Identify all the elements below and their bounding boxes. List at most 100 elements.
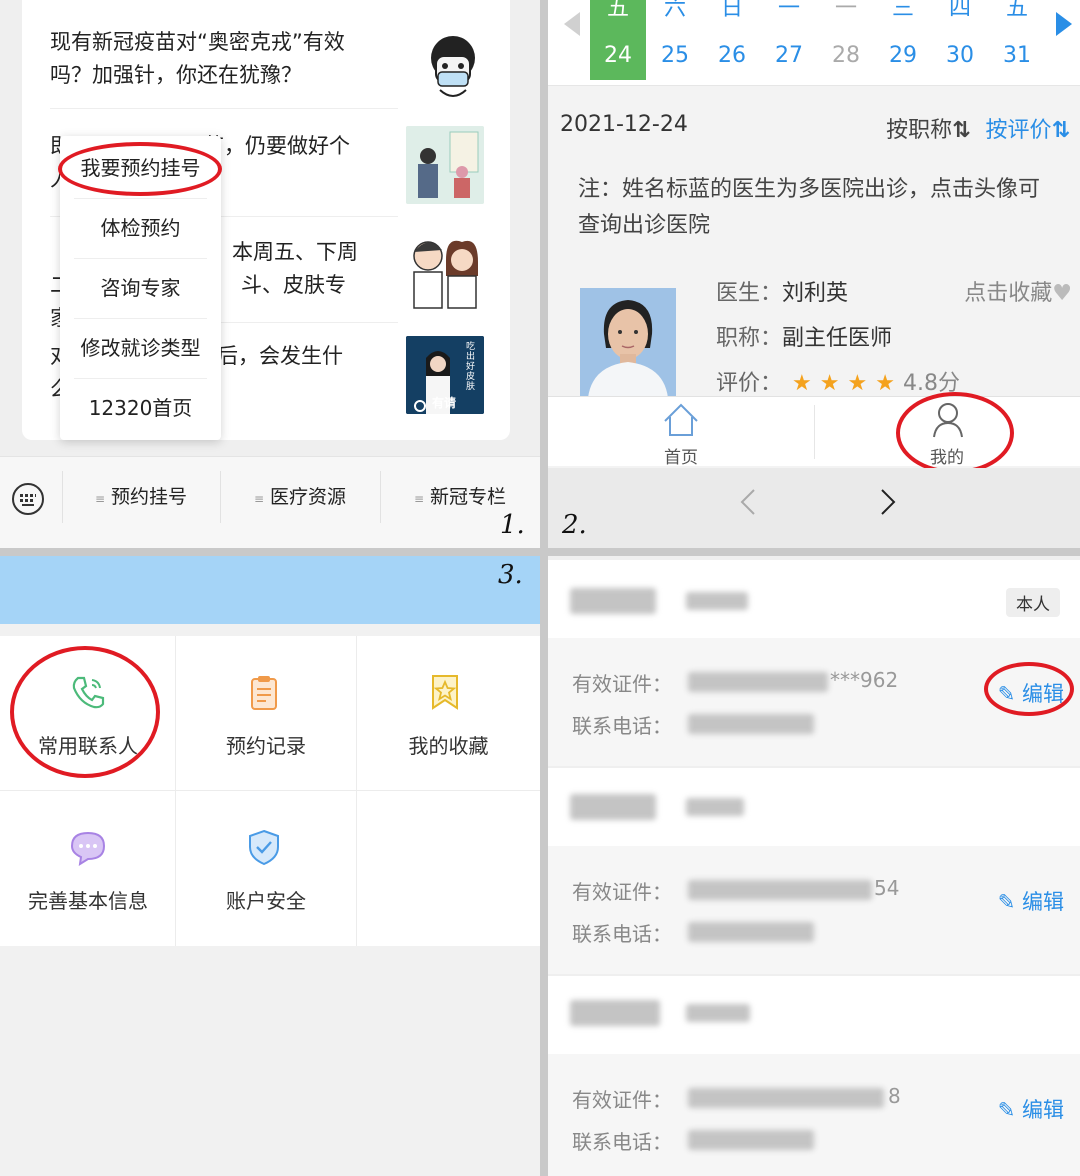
doctor-label: 医生： [716, 281, 783, 306]
blurred-id [688, 880, 872, 900]
panel-contact-list: 4. 本人 有效证件： ***962 联系电话： ✎ 编辑 有效证件： 54 联… [548, 556, 1080, 1176]
grid-item-account-security[interactable]: 账户安全 [176, 791, 356, 945]
id-label: 有效证件： [572, 880, 672, 904]
profile-header [0, 556, 540, 624]
annotation-circle [896, 392, 1014, 474]
contact-header [548, 768, 1080, 846]
star-icon: ★ [819, 371, 848, 396]
weekday-label: 一 [777, 0, 800, 21]
phone-label: 联系电话： [572, 1130, 672, 1154]
blurred-phone [688, 922, 814, 942]
article-2-thumbnail [406, 126, 484, 204]
calendar-day[interactable]: 一 28 [818, 0, 874, 80]
heart-icon: ♥ [1052, 281, 1072, 306]
grid-item-label: 账户安全 [226, 889, 306, 913]
contact-header [548, 976, 1080, 1054]
calendar-day[interactable]: 日 26 [704, 0, 760, 80]
calendar-day[interactable]: 三 29 [875, 0, 931, 80]
back-arrow-icon[interactable] [740, 488, 756, 516]
grid-item-appointment-records[interactable]: 预约记录 [176, 636, 356, 790]
multi-hospital-note: 注：姓名标蓝的医生为多医院出诊，点击头像可查询出诊医院 [578, 177, 1041, 238]
menu-list-icon: ≡ [413, 492, 425, 506]
doctor-name: 刘利英 [782, 281, 849, 306]
weekday-label: 五 [1005, 0, 1028, 21]
grid-item-complete-info[interactable]: 完善基本信息 [0, 791, 176, 945]
self-badge: 本人 [1006, 588, 1060, 617]
menu-label: 医疗资源 [270, 486, 347, 508]
menu-item-checkup-booking[interactable]: 体检预约 [60, 198, 221, 258]
doctor-title: 副主任医师 [782, 326, 893, 351]
keyboard-icon[interactable] [12, 483, 44, 515]
shield-icon [249, 829, 279, 866]
prev-week-arrow-icon[interactable] [562, 10, 582, 42]
weekday-label: 三 [891, 0, 914, 21]
article-4-line1b: 后，会发生什 [217, 344, 343, 368]
menu-medical-resources[interactable]: ≡ 医疗资源 [220, 457, 380, 537]
panel-wechat-menu: 现有新冠疫苗对“奥密克戎”有效 吗？加强针，你还在犹豫？ 即苗，仍要做好个 人 [0, 0, 540, 548]
calendar-day[interactable]: 四 30 [932, 0, 988, 80]
star-bookmark-icon [432, 675, 458, 710]
blurred-relation [686, 798, 744, 816]
menu-item-change-visit-type[interactable]: 修改就诊类型 [60, 318, 221, 378]
date-label: 25 [661, 43, 689, 68]
star-icon: ★ [847, 371, 876, 396]
edit-button[interactable]: ✎ 编辑 [998, 1094, 1064, 1124]
rating-stars: ★★★★ [792, 371, 903, 396]
thumbnail-caption: 吃出好皮肤 [466, 342, 476, 392]
sort-label: 按职称 [886, 118, 953, 143]
menu-label: 预约挂号 [111, 486, 188, 508]
favorite-button[interactable]: 点击收藏♥ [964, 275, 1072, 307]
weekday-label: 六 [663, 0, 686, 21]
next-week-arrow-icon[interactable] [1054, 10, 1074, 42]
calendar-day[interactable]: 五 31 [989, 0, 1045, 80]
blurred-name [570, 588, 656, 614]
doctor-rating-row: 评价： ★★★★4.8分 [716, 365, 960, 397]
id-suffix: ***962 [830, 668, 899, 692]
contact-details: 有效证件： 54 联系电话： ✎ 编辑 [548, 846, 1080, 974]
sort-by-rating-button[interactable]: 按评价⇅ [986, 118, 1070, 143]
calendar-day[interactable]: 五 24 [590, 0, 646, 80]
date-selector: 五 24 六 25 日 26 一 27 一 28 三 29 四 30 五 31 [548, 0, 1080, 86]
article-3-line1: 本周五、下周 [232, 240, 358, 264]
tab-home[interactable]: 首页 [548, 397, 814, 468]
doctor-avatar[interactable] [580, 288, 676, 398]
article-1-line2: 吗？加强针，你还在犹豫？ [50, 63, 302, 87]
calendar-day[interactable]: 一 27 [761, 0, 817, 80]
calendar-day[interactable]: 六 25 [647, 0, 703, 80]
edit-button[interactable]: ✎ 编辑 [998, 886, 1064, 916]
blurred-phone [688, 714, 814, 734]
clipboard-icon [251, 676, 277, 710]
contact-details: 有效证件： 8 联系电话： ✎ 编辑 [548, 1054, 1080, 1176]
edit-label: 编辑 [1022, 890, 1064, 914]
article-2-line1b: 苗，仍要做好个 [203, 134, 350, 158]
home-icon [664, 403, 698, 436]
doctor-title-row: 职称：副主任医师 [716, 320, 892, 352]
date-label: 28 [832, 43, 860, 68]
title-label: 职称： [716, 326, 783, 351]
date-label: 31 [1003, 43, 1031, 68]
weekday-label: 四 [948, 0, 971, 21]
sort-by-title-button[interactable]: 按职称⇅ [886, 118, 970, 143]
article-3-thumbnail [406, 232, 484, 310]
grid-item-my-favorites[interactable]: 我的收藏 [357, 636, 540, 790]
grid-item-label: 预约记录 [226, 734, 306, 758]
article-4-thumbnail: 吃出好皮肤 有请 [406, 336, 484, 414]
date-label: 30 [946, 43, 974, 68]
doctor-name-row: 医生：刘利英 [716, 275, 848, 307]
favorite-label: 点击收藏 [964, 281, 1053, 306]
sort-controls: 按职称⇅ 按评价⇅ [886, 112, 1070, 144]
annotation-circle [984, 662, 1074, 716]
pencil-icon: ✎ [997, 1098, 1016, 1122]
panel-my-center: 3. 常用联系人 预约记录 我的收藏 完善基本信息 账户安全 [0, 556, 540, 1176]
step-label: 3. [498, 560, 523, 590]
article-1-line1: 现有新冠疫苗对“奥密克戎”有效 [50, 30, 345, 54]
article-1[interactable]: 现有新冠疫苗对“奥密克戎”有效 吗？加强针，你还在犹豫？ [50, 26, 380, 92]
id-suffix: 8 [888, 1084, 901, 1108]
star-icon: ★ [875, 371, 903, 396]
menu-list-icon: ≡ [253, 492, 265, 506]
menu-item-12320-home[interactable]: 12320首页 [60, 378, 221, 438]
forward-arrow-icon[interactable] [880, 488, 896, 516]
menu-book-appointment[interactable]: ≡ 预约挂号 [62, 457, 220, 537]
official-account-menu-bar: ≡ 预约挂号 ≡ 医疗资源 ≡ 新冠专栏 [0, 456, 540, 548]
menu-item-consult-expert[interactable]: 咨询专家 [60, 258, 221, 318]
